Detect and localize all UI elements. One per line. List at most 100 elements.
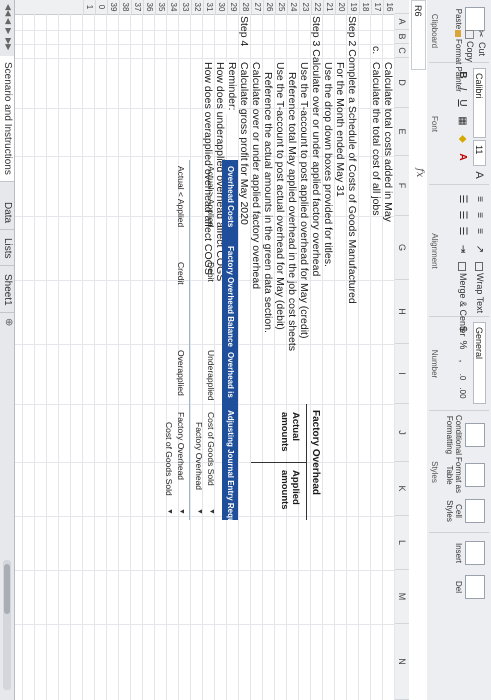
cell-text[interactable]: Step 3 Calculate over or under applied f… — [310, 16, 322, 276]
cell-text[interactable]: Reference total May applied overhead in … — [286, 72, 298, 351]
row-header[interactable]: 20 — [335, 0, 347, 14]
cell-text[interactable]: Step 2 Complete a Schedule of Costs of G… — [346, 16, 358, 304]
cell-text[interactable]: Use the T-account to post actual overhea… — [274, 62, 286, 330]
t-account-debit-label[interactable]: Actual amounts — [279, 412, 301, 452]
percent-button[interactable]: % — [455, 338, 469, 352]
table-cell[interactable]: Cost of Goods Sold — [206, 412, 216, 486]
font-color-button[interactable]: A — [455, 150, 469, 164]
column-header[interactable]: A — [395, 14, 409, 30]
number-format-select[interactable]: General — [473, 322, 486, 404]
formula-input[interactable] — [412, 186, 425, 686]
column-header[interactable]: G — [395, 216, 409, 280]
row-header[interactable]: 30 — [215, 0, 227, 14]
sheet-tab-sheet1[interactable]: Sheet1 — [0, 268, 14, 313]
select-all-corner[interactable] — [395, 0, 409, 14]
table-cell[interactable]: Factory Overhead — [194, 422, 204, 490]
insert-button[interactable]: Insert — [445, 536, 487, 570]
align-center-icon[interactable]: ☰ — [455, 208, 469, 222]
cell-styles-button[interactable]: Cell Styles — [445, 494, 487, 528]
sheet-tab-lists[interactable]: Lists — [0, 232, 14, 266]
row-header[interactable]: 26 — [263, 0, 275, 14]
row-header[interactable]: 1 — [83, 0, 95, 14]
cell-text[interactable]: Reminder: — [226, 62, 238, 115]
row-header[interactable]: 31 — [203, 0, 215, 14]
table-cell[interactable]: Actual > Applied — [206, 166, 216, 227]
t-account-credit-label[interactable]: Applied amounts — [279, 470, 301, 510]
font-name-select[interactable]: Calibri — [473, 68, 486, 138]
dropdown-arrow-icon[interactable]: ▼ — [208, 508, 215, 515]
column-header[interactable]: M — [395, 570, 409, 624]
indent-icon[interactable]: ⇥ — [455, 242, 469, 256]
table-cell[interactable]: Overapplied — [176, 350, 186, 396]
font-size-select[interactable]: 11 — [473, 140, 486, 166]
sheet-tab-data[interactable]: Data — [0, 196, 14, 231]
delete-button[interactable]: Del — [445, 570, 487, 604]
column-header[interactable]: B — [395, 30, 409, 44]
row-header[interactable]: 16 — [383, 0, 395, 14]
scrollbar-thumb[interactable] — [4, 564, 10, 614]
column-header[interactable]: L — [395, 516, 409, 570]
cell-text[interactable]: Use the drop down boxes provided for tit… — [322, 62, 334, 267]
horizontal-scrollbar[interactable] — [3, 560, 11, 690]
italic-button[interactable]: I — [455, 82, 469, 96]
row-header[interactable]: 0 — [95, 0, 107, 14]
align-left-icon[interactable]: ☰ — [455, 192, 469, 206]
cell-text[interactable]: Step 4 — [238, 16, 250, 46]
add-sheet-icon[interactable]: ⊕ — [3, 318, 14, 326]
row-header[interactable]: 25 — [275, 0, 287, 14]
row-header[interactable]: 27 — [251, 0, 263, 14]
cell-text[interactable]: For the Month ended May 31 — [334, 62, 346, 197]
align-middle-icon[interactable]: ≡ — [472, 208, 486, 222]
column-header[interactable]: C — [395, 44, 409, 58]
dropdown-arrow-icon[interactable]: ▼ — [166, 508, 173, 515]
orientation-icon[interactable]: ↗ — [472, 242, 486, 256]
copy-button[interactable]: Copy — [464, 30, 475, 62]
table-cell[interactable]: Actual < Applied — [176, 166, 186, 227]
row-header[interactable]: 29 — [227, 0, 239, 14]
currency-button[interactable]: $ — [455, 322, 469, 336]
align-top-icon[interactable]: ≡ — [472, 192, 486, 206]
column-header[interactable]: H — [395, 280, 409, 344]
table-cell[interactable]: Debit — [206, 262, 216, 282]
table-cell[interactable]: Credit — [176, 262, 186, 285]
grow-font-button[interactable]: A — [472, 168, 486, 182]
comma-button[interactable]: , — [455, 354, 469, 368]
next-sheet-button[interactable]: ▶ — [4, 28, 13, 34]
row-header[interactable]: 19 — [347, 0, 359, 14]
increase-decimal-icon[interactable]: .0 — [455, 370, 469, 384]
column-header[interactable]: N — [395, 624, 409, 700]
column-header[interactable]: J — [395, 404, 409, 462]
fx-icon[interactable]: fx — [414, 168, 425, 177]
row-header[interactable]: 37 — [131, 0, 143, 14]
conditional-formatting-button[interactable]: Conditional Formatting — [445, 414, 487, 456]
row-header[interactable]: 17 — [371, 0, 383, 14]
column-header[interactable]: E — [395, 108, 409, 156]
column-header[interactable]: K — [395, 462, 409, 516]
column-header[interactable]: F — [395, 156, 409, 216]
dropdown-arrow-icon[interactable]: ▼ — [196, 508, 203, 515]
cell-text[interactable]: Calculate total costs added in May — [382, 62, 394, 222]
table-cell[interactable]: Cost of Goods Sold — [164, 422, 174, 496]
last-sheet-button[interactable]: ▶▶ — [4, 38, 13, 50]
underline-button[interactable]: U — [455, 96, 469, 110]
row-header[interactable]: 22 — [311, 0, 323, 14]
first-sheet-button[interactable]: ◀◀ — [4, 4, 13, 16]
cell-text[interactable]: Use the T-account to post applied overhe… — [298, 62, 310, 338]
decrease-decimal-icon[interactable]: .00 — [455, 386, 469, 400]
name-box[interactable]: R6 — [411, 0, 426, 70]
row-header[interactable]: 33 — [179, 0, 191, 14]
row-header[interactable]: 38 — [119, 0, 131, 14]
align-right-icon[interactable]: ☰ — [455, 224, 469, 238]
row-header[interactable]: 18 — [359, 0, 371, 14]
sheet-tab-scenario[interactable]: Scenario and Instructions — [0, 56, 14, 182]
table-cell[interactable]: Factory Overhead — [176, 412, 186, 480]
row-header[interactable]: 34 — [167, 0, 179, 14]
row-header[interactable]: 39 — [107, 0, 119, 14]
row-header[interactable]: 23 — [299, 0, 311, 14]
table-cell[interactable]: Underapplied — [206, 350, 216, 401]
row-header[interactable]: 28 — [239, 0, 251, 14]
align-bottom-icon[interactable]: ≡ — [472, 224, 486, 238]
cell-text[interactable]: c. — [370, 46, 382, 54]
cut-button[interactable]: ✂Cut — [476, 30, 487, 56]
row-header[interactable]: 36 — [143, 0, 155, 14]
